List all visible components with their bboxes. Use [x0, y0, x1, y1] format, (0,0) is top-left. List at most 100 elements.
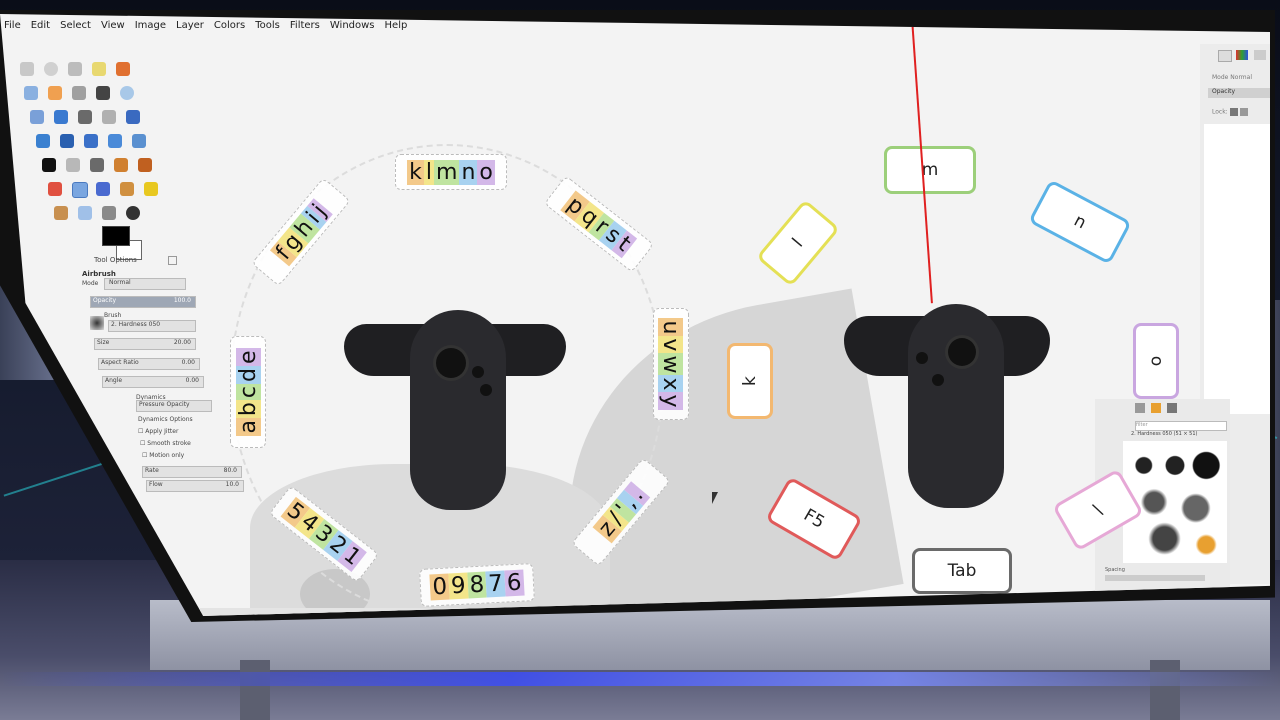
- flow-slider[interactable]: Flow 10.0: [146, 480, 244, 492]
- apply-jitter-checkbox[interactable]: ☐ Apply Jitter: [138, 428, 178, 435]
- key-group-abcde[interactable]: a b c d e: [230, 336, 266, 448]
- brush-grid[interactable]: [1123, 441, 1227, 563]
- foreground-select-tool-icon[interactable]: [48, 86, 62, 100]
- align-tool-icon[interactable]: [78, 110, 92, 124]
- zoom-tool-icon[interactable]: [120, 86, 134, 100]
- key-w[interactable]: w: [658, 353, 684, 376]
- heal-tool-icon[interactable]: [144, 182, 158, 196]
- key-9[interactable]: 9: [448, 572, 469, 600]
- key-d[interactable]: d: [235, 366, 261, 384]
- crop-tool-icon[interactable]: [102, 110, 116, 124]
- key-0[interactable]: 0: [429, 573, 450, 601]
- key-v[interactable]: v: [658, 336, 684, 354]
- brush-spacing-slider[interactable]: [1105, 575, 1205, 581]
- key-l-right[interactable]: l: [755, 199, 841, 287]
- shear-tool-icon[interactable]: [60, 134, 74, 148]
- size-slider[interactable]: Size 20.00: [94, 338, 196, 350]
- rate-slider[interactable]: Rate 80.0: [142, 466, 242, 478]
- cage-transform-tool-icon[interactable]: [132, 134, 146, 148]
- menu-filters[interactable]: Filters: [290, 20, 320, 31]
- menu-select[interactable]: Select: [60, 20, 91, 31]
- lasso-tool-icon[interactable]: [68, 62, 82, 76]
- color-picker-tool-icon[interactable]: [96, 86, 110, 100]
- key-m[interactable]: m: [434, 159, 460, 185]
- flip-tool-icon[interactable]: [108, 134, 122, 148]
- menu-windows[interactable]: Windows: [330, 20, 375, 31]
- rotate-tool-icon[interactable]: [126, 110, 140, 124]
- measure-tool-icon[interactable]: [30, 110, 44, 124]
- key-n-right[interactable]: n: [1028, 179, 1132, 265]
- key-group-uvwxy[interactable]: u v w x y: [653, 308, 689, 420]
- mode-select[interactable]: Normal: [104, 278, 186, 290]
- key-o[interactable]: o: [477, 159, 495, 185]
- menu-help[interactable]: Help: [385, 20, 408, 31]
- dynamics-options-expander[interactable]: Dynamics Options: [138, 416, 193, 423]
- aspect-ratio-slider[interactable]: Aspect Ratio 0.00: [98, 358, 200, 370]
- smudge-tool-icon[interactable]: [54, 206, 68, 220]
- key-k-right[interactable]: k: [727, 343, 773, 419]
- lock-alpha-icon[interactable]: [1239, 108, 1248, 116]
- clone-tool-icon[interactable]: [120, 182, 134, 196]
- eraser-tool-icon[interactable]: [48, 182, 62, 196]
- brush-select[interactable]: 2. Hardness 050: [108, 320, 196, 332]
- perspective-clone-tool-icon[interactable]: [126, 206, 140, 220]
- brush-preview-icon[interactable]: [90, 316, 104, 330]
- menu-edit[interactable]: Edit: [31, 20, 50, 31]
- bucket-fill-tool-icon[interactable]: [66, 158, 80, 172]
- airbrush-tool-icon[interactable]: [72, 182, 88, 198]
- menu-view[interactable]: View: [101, 20, 125, 31]
- key-7[interactable]: 7: [485, 570, 506, 598]
- perspective-tool-icon[interactable]: [84, 134, 98, 148]
- dodge-burn-tool-icon[interactable]: [102, 206, 116, 220]
- rect-select-tool-icon[interactable]: [20, 62, 34, 76]
- key-6[interactable]: 6: [504, 569, 525, 597]
- key-y[interactable]: y: [658, 392, 684, 410]
- menu-colors[interactable]: Colors: [214, 20, 245, 31]
- brushes-tab-icon[interactable]: [1135, 403, 1145, 413]
- scissors-tool-icon[interactable]: [24, 86, 38, 100]
- panel-configure-icon[interactable]: [168, 256, 177, 265]
- pencil-tool-icon[interactable]: [114, 158, 128, 172]
- patterns-tab-icon[interactable]: [1151, 403, 1161, 413]
- key-l[interactable]: l: [423, 159, 434, 185]
- layers-tab-icon[interactable]: [1218, 50, 1232, 62]
- key-group-klmno[interactable]: k l m n o: [395, 154, 507, 190]
- paintbrush-tool-icon[interactable]: [138, 158, 152, 172]
- channels-tab-icon[interactable]: [1236, 50, 1248, 60]
- menu-tools[interactable]: Tools: [255, 20, 280, 31]
- dynamics-select[interactable]: Pressure Opacity: [136, 400, 212, 412]
- brush-filter-input[interactable]: filter: [1135, 421, 1227, 431]
- scale-tool-icon[interactable]: [36, 134, 50, 148]
- key-group-09876[interactable]: 0 9 8 7 6: [419, 563, 535, 607]
- key-o-right[interactable]: o: [1133, 323, 1179, 399]
- text-tool-icon[interactable]: [42, 158, 56, 172]
- menu-file[interactable]: File: [4, 20, 21, 31]
- paths-tab-icon[interactable]: [1254, 50, 1266, 60]
- move-tool-icon[interactable]: [54, 110, 68, 124]
- key-m-right[interactable]: m: [884, 146, 976, 194]
- paths-tool-icon[interactable]: [72, 86, 86, 100]
- key-b[interactable]: b: [235, 400, 261, 419]
- motion-only-checkbox[interactable]: ☐ Motion only: [142, 452, 184, 459]
- key-8[interactable]: 8: [467, 571, 487, 599]
- ellipse-select-tool-icon[interactable]: [44, 62, 58, 76]
- select-by-color-tool-icon[interactable]: [116, 62, 130, 76]
- smooth-stroke-checkbox[interactable]: ☐ Smooth stroke: [140, 440, 191, 447]
- key-tab[interactable]: Tab: [912, 548, 1012, 594]
- angle-slider[interactable]: Angle 0.00: [102, 376, 204, 388]
- key-c[interactable]: c: [235, 383, 261, 401]
- layer-mode[interactable]: Mode Normal: [1212, 74, 1252, 81]
- fuzzy-select-tool-icon[interactable]: [92, 62, 106, 76]
- ink-tool-icon[interactable]: [96, 182, 110, 196]
- key-e[interactable]: e: [235, 348, 261, 367]
- gradients-tab-icon[interactable]: [1167, 403, 1177, 413]
- key-a[interactable]: a: [235, 418, 261, 436]
- key-u[interactable]: u: [658, 318, 684, 337]
- blur-tool-icon[interactable]: [78, 206, 92, 220]
- lock-pixels-icon[interactable]: [1229, 108, 1238, 116]
- opacity-slider[interactable]: Opacity 100.0: [90, 296, 196, 308]
- foreground-color-swatch[interactable]: [102, 226, 130, 246]
- layers-list[interactable]: [1204, 124, 1270, 414]
- menu-layer[interactable]: Layer: [176, 20, 204, 31]
- key-k[interactable]: k: [407, 159, 424, 185]
